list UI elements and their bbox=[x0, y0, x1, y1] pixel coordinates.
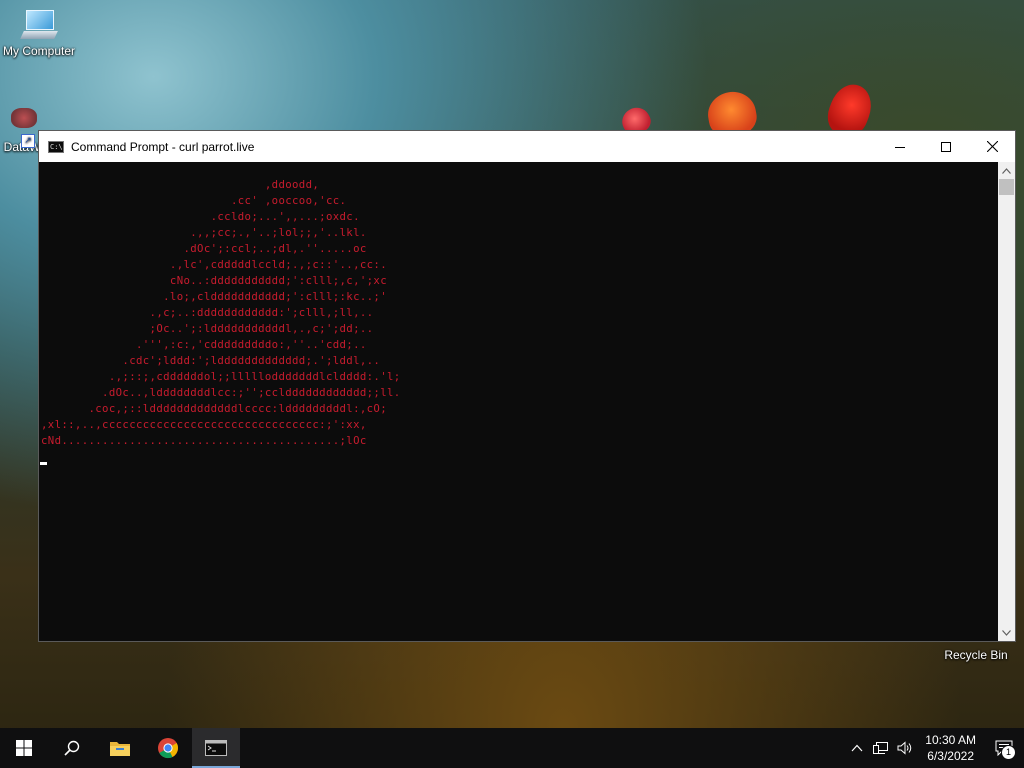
chrome-icon bbox=[158, 738, 179, 759]
folder-icon bbox=[110, 742, 130, 756]
chevron-down-icon bbox=[1002, 629, 1011, 636]
title-bar[interactable]: C:\ Command Prompt - curl parrot.live bbox=[39, 131, 1015, 162]
volume-icon bbox=[897, 741, 912, 755]
chrome-button[interactable] bbox=[144, 728, 192, 768]
chevron-up-icon bbox=[851, 744, 863, 752]
system-tray: 10:30 AM 6/3/2022 1 bbox=[845, 728, 1024, 768]
action-center-button[interactable]: 1 bbox=[984, 728, 1024, 768]
vertical-scrollbar[interactable] bbox=[998, 162, 1015, 641]
clock[interactable]: 10:30 AM 6/3/2022 bbox=[925, 732, 976, 764]
scroll-up-button[interactable] bbox=[998, 162, 1015, 179]
minimize-button[interactable] bbox=[877, 131, 923, 162]
cmd-icon: C:\ bbox=[48, 140, 64, 153]
clock-time: 10:30 AM bbox=[925, 733, 976, 747]
close-icon bbox=[986, 141, 998, 152]
chevron-up-icon bbox=[1002, 167, 1011, 174]
cmd-icon bbox=[205, 740, 227, 756]
network-button[interactable] bbox=[869, 728, 893, 768]
start-button[interactable] bbox=[0, 728, 48, 768]
network-icon bbox=[873, 742, 889, 754]
desktop-icon-my-computer[interactable]: My Computer bbox=[0, 10, 78, 58]
shortcut-icon: ↗ bbox=[5, 108, 39, 148]
parrot-ascii-art: ,ddoodd, .cc' ,ooccoo,'cc. .ccldo;...',,… bbox=[41, 178, 401, 447]
windows-icon bbox=[16, 740, 32, 756]
close-button[interactable] bbox=[969, 131, 1015, 162]
volume-button[interactable] bbox=[893, 728, 917, 768]
search-icon bbox=[64, 740, 80, 756]
desktop-icon-label: Recycle Bin bbox=[944, 648, 1008, 662]
scrollbar-thumb[interactable] bbox=[999, 179, 1014, 195]
show-hidden-icons-button[interactable] bbox=[845, 728, 869, 768]
command-prompt-window[interactable]: C:\ Command Prompt - curl parrot.live ,d… bbox=[38, 130, 1016, 642]
command-prompt-taskbar-button[interactable] bbox=[192, 728, 240, 768]
scroll-down-button[interactable] bbox=[998, 624, 1015, 641]
console-output[interactable]: ,ddoodd, .cc' ,ooccoo,'cc. .ccldo;...',,… bbox=[39, 162, 998, 641]
search-button[interactable] bbox=[48, 728, 96, 768]
clock-date: 6/3/2022 bbox=[927, 749, 974, 763]
maximize-button[interactable] bbox=[923, 131, 969, 162]
taskbar: 10:30 AM 6/3/2022 1 bbox=[0, 728, 1024, 768]
window-title: Command Prompt - curl parrot.live bbox=[71, 139, 255, 154]
file-explorer-button[interactable] bbox=[96, 728, 144, 768]
minimize-icon bbox=[895, 146, 905, 148]
maximize-icon bbox=[941, 141, 951, 152]
desktop-icon-label: My Computer bbox=[2, 44, 76, 58]
computer-icon bbox=[20, 10, 58, 40]
notification-count-badge: 1 bbox=[1001, 745, 1016, 760]
text-cursor bbox=[40, 462, 47, 465]
